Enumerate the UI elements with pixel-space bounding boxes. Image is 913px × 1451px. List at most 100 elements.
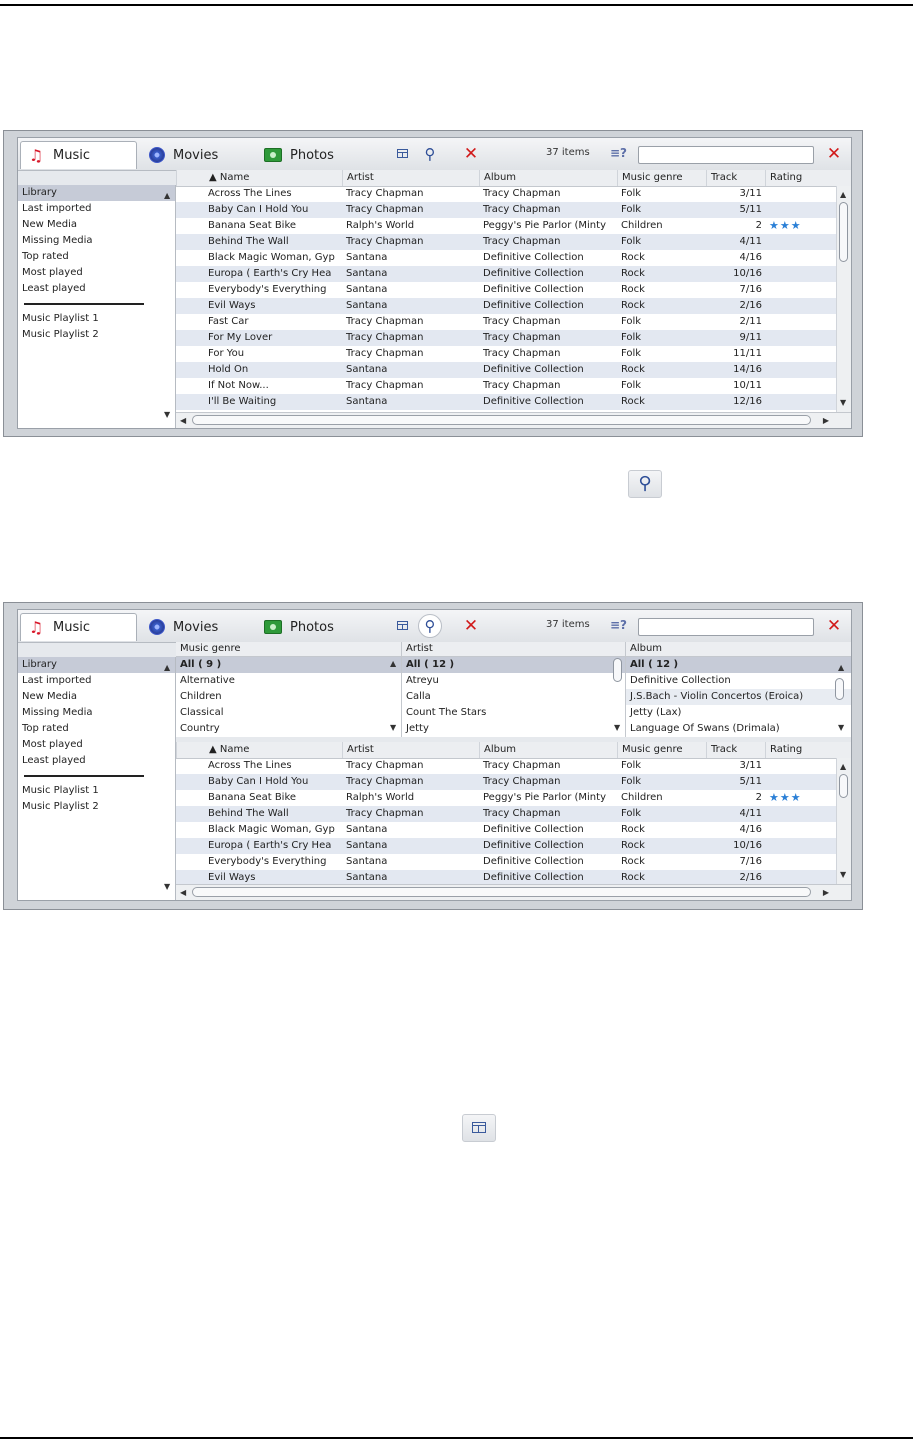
tab-music[interactable]: ♫ Music — [20, 141, 137, 169]
scroll-up-icon[interactable]: ▲ — [838, 663, 844, 673]
sidebar-item-last-imported[interactable]: Last imported — [18, 201, 175, 217]
table-row[interactable]: Baby Can I Hold You Tracy Chapman Tracy Ch… — [176, 202, 837, 218]
search-icon[interactable]: ⚲ — [420, 144, 440, 164]
table-vscroll[interactable]: ▲ ▼ — [836, 186, 851, 412]
pane-item[interactable]: Alternative — [176, 673, 401, 689]
scroll-thumb[interactable] — [839, 202, 848, 262]
table-row[interactable]: Baby Can I Hold You Tracy Chapman Tracy Ch… — [176, 774, 837, 790]
col-genre[interactable]: Music genre — [617, 742, 706, 758]
pane-item[interactable]: Language Of Swans (Drimala) — [626, 721, 851, 737]
pane-item[interactable]: Calla — [402, 689, 625, 705]
pane-header[interactable]: Album — [626, 642, 851, 657]
sidebar-scrollbar[interactable]: ▲ ▼ — [161, 185, 175, 428]
search-input[interactable] — [638, 146, 814, 164]
table-row[interactable]: Hold On Santana Definitive Collection Rock 1… — [176, 362, 837, 378]
col-rating[interactable]: Rating — [765, 170, 837, 186]
col-artist[interactable]: Artist — [342, 742, 479, 758]
table-row[interactable]: Evil Ways Santana Definitive Collection Roc… — [176, 298, 837, 314]
pane-item[interactable]: Count The Stars — [402, 705, 625, 721]
sidebar-item-new-media[interactable]: New Media — [18, 689, 175, 705]
col-track[interactable]: Track — [706, 742, 765, 758]
sidebar-item-last-imported[interactable]: Last imported — [18, 673, 175, 689]
table-row[interactable]: Banana Seat Bike Ralph's World Peggy's Pie… — [176, 790, 837, 806]
table-row[interactable]: Across The Lines Tracy Chapman Tracy Chapm… — [176, 186, 837, 202]
col-album[interactable]: Album — [479, 170, 617, 186]
table-vscroll[interactable]: ▲ ▼ — [836, 758, 851, 884]
scroll-right-icon[interactable]: ▶ — [823, 888, 829, 898]
table-row[interactable]: Across The Lines Tracy Chapman Tracy Chapm… — [176, 758, 837, 774]
sidebar-item-playlist-1[interactable]: Music Playlist 1 — [18, 311, 175, 327]
table-row[interactable]: I'll Be Waiting Santana Definitive Collect… — [176, 394, 837, 410]
col-rating[interactable]: Rating — [765, 742, 837, 758]
col-track[interactable]: Track — [706, 170, 765, 186]
sidebar-item-library[interactable]: Library — [18, 185, 175, 201]
pane-item[interactable]: Atreyu — [402, 673, 625, 689]
pane-item[interactable]: All ( 12 ) — [402, 657, 625, 673]
sidebar-item-most-played[interactable]: Most played — [18, 265, 175, 281]
scroll-down-icon[interactable]: ▼ — [840, 870, 846, 880]
scroll-right-icon[interactable]: ▶ — [823, 416, 829, 426]
scroll-thumb[interactable] — [839, 774, 848, 798]
tab-music[interactable]: ♫ Music — [20, 613, 137, 641]
table-row[interactable]: For You Tracy Chapman Tracy Chapman Folk 11/… — [176, 346, 837, 362]
scroll-left-icon[interactable]: ◀ — [180, 888, 186, 898]
pane-header[interactable]: Music genre — [176, 642, 401, 657]
scroll-up-icon[interactable]: ▲ — [840, 190, 846, 200]
sidebar-item-playlist-2[interactable]: Music Playlist 2 — [18, 799, 175, 815]
table-hscroll[interactable]: ◀ ▶ — [176, 412, 851, 428]
pane-item[interactable]: Children — [176, 689, 401, 705]
scroll-thumb[interactable] — [835, 678, 844, 700]
sidebar-item-library[interactable]: Library — [18, 657, 175, 673]
table-row[interactable]: Black Magic Woman, Gyp Santana Definitive … — [176, 822, 837, 838]
table-row[interactable]: Behind The Wall Tracy Chapman Tracy Chapma… — [176, 806, 837, 822]
table-row[interactable]: If Not Now... Tracy Chapman Tracy Chapman F… — [176, 378, 837, 394]
sidebar-scrollbar[interactable]: ▲ ▼ — [161, 657, 175, 900]
layout-icon[interactable] — [397, 149, 408, 158]
scroll-down-icon[interactable]: ▼ — [164, 410, 170, 420]
scroll-up-icon[interactable]: ▲ — [164, 191, 170, 201]
hscroll-track[interactable] — [192, 415, 811, 425]
search-input[interactable] — [638, 618, 814, 636]
scroll-down-icon[interactable]: ▼ — [164, 882, 170, 892]
close-search-icon[interactable]: ✕ — [824, 616, 844, 636]
pane-item[interactable]: All ( 12 ) — [626, 657, 851, 673]
sidebar-item-new-media[interactable]: New Media — [18, 217, 175, 233]
filter-help-icon[interactable]: ≡? — [610, 146, 627, 160]
tab-photos[interactable]: Photos — [258, 141, 353, 169]
scroll-up-icon[interactable]: ▲ — [840, 762, 846, 772]
scroll-up-icon[interactable]: ▲ — [390, 659, 396, 669]
table-row[interactable]: For My Lover Tracy Chapman Tracy Chapman Fo… — [176, 330, 837, 346]
pane-item[interactable]: J.S.Bach - Violin Concertos (Eroica) — [626, 689, 851, 705]
table-row[interactable]: Fast Car Tracy Chapman Tracy Chapman Folk 2/… — [176, 314, 837, 330]
sidebar-item-most-played[interactable]: Most played — [18, 737, 175, 753]
sidebar-item-least-played[interactable]: Least played — [18, 281, 175, 297]
sidebar-item-top-rated[interactable]: Top rated — [18, 249, 175, 265]
col-name[interactable]: ▲ Name — [176, 170, 342, 186]
table-row[interactable]: Banana Seat Bike Ralph's World Peggy's Pie… — [176, 218, 837, 234]
close-search-icon[interactable]: ✕ — [824, 144, 844, 164]
layout-icon[interactable] — [397, 621, 408, 630]
pane-item[interactable]: Jetty (Lax) — [626, 705, 851, 721]
scroll-left-icon[interactable]: ◀ — [180, 416, 186, 426]
search-icon[interactable]: ⚲ — [418, 614, 442, 638]
sidebar-item-playlist-2[interactable]: Music Playlist 2 — [18, 327, 175, 343]
sidebar-item-top-rated[interactable]: Top rated — [18, 721, 175, 737]
table-hscroll[interactable]: ◀ ▶ — [176, 884, 851, 900]
pane-header[interactable]: Artist — [402, 642, 625, 657]
clear-icon[interactable]: ✕ — [461, 144, 481, 164]
col-name[interactable]: ▲ Name — [176, 742, 342, 758]
table-row[interactable]: Europa ( Earth's Cry Hea Santana Definitiv… — [176, 266, 837, 282]
clear-icon[interactable]: ✕ — [461, 616, 481, 636]
pane-item[interactable]: Classical — [176, 705, 401, 721]
pane-item[interactable]: All ( 9 ) — [176, 657, 401, 673]
tab-movies[interactable]: . Movies — [143, 141, 238, 169]
sidebar-item-missing-media[interactable]: Missing Media — [18, 705, 175, 721]
scroll-down-icon[interactable]: ▼ — [614, 723, 620, 733]
pane-item[interactable]: Jetty — [402, 721, 625, 737]
hscroll-track[interactable] — [192, 887, 811, 897]
table-row[interactable]: Behind The Wall Tracy Chapman Tracy Chapma… — [176, 234, 837, 250]
sidebar-item-least-played[interactable]: Least played — [18, 753, 175, 769]
pane-item[interactable]: Country — [176, 721, 401, 737]
scroll-down-icon[interactable]: ▼ — [840, 398, 846, 408]
filter-help-icon[interactable]: ≡? — [610, 618, 627, 632]
